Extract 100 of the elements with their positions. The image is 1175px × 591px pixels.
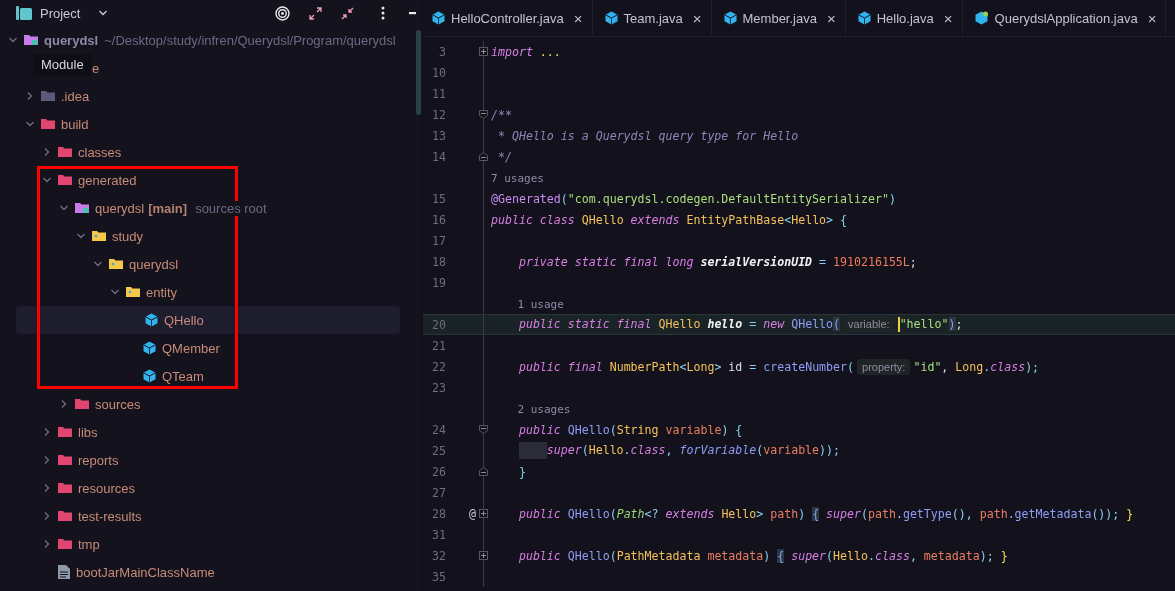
code-line: */ [496,149,512,164]
tree-item[interactable]: build [0,110,400,138]
cube-icon [974,11,989,25]
folder-icon [58,538,72,550]
tree-item[interactable]: study [0,222,400,250]
line-number: 11 [432,86,446,101]
module-folder-icon [75,202,89,214]
editor-tab[interactable]: Team.java × [592,0,712,36]
line-number: 24 [432,422,446,437]
tree-item[interactable]: querydsl ~/Desktop/study/infren/Querydsl/Program/querydsl [0,26,400,54]
close-button[interactable]: × [826,9,836,27]
fold-end-icon[interactable] [478,152,488,161]
line-number: 35 [432,569,446,584]
line-number: 12 [432,107,446,122]
tree-item[interactable]: entity [0,278,400,306]
line-number: 16 [432,212,446,227]
package-folder-icon [126,286,140,298]
close-button[interactable]: × [692,9,702,27]
chevron-right-icon[interactable] [42,147,52,157]
line-number: 3 [439,44,446,59]
line-number: 18 [432,254,446,269]
cube-icon [723,11,737,25]
usage-hint: 1 usage [516,296,564,311]
code-line: private static final long serialVersionUID = 1910216155L; [517,254,917,269]
tooltip: Module [33,54,92,76]
line-number: 23 [432,380,446,395]
tree-item[interactable]: sources [0,390,400,418]
fold-end-icon[interactable] [478,467,488,476]
target-icon[interactable] [275,5,290,21]
tree-item[interactable]: reports [0,446,400,474]
package-folder-icon [109,258,123,270]
fold-expand-icon[interactable] [478,509,488,518]
chevron-right-icon[interactable] [25,91,35,101]
editor-tab[interactable]: QuerydslApplication.java × [962,0,1167,36]
scrollbar-thumb[interactable] [416,30,421,115]
usage-hint: 2 usages [516,401,571,416]
tree-item[interactable]: resources [0,474,400,502]
chevron-right-icon[interactable] [42,511,52,521]
line-number: 27 [432,485,446,500]
chevron-down-icon[interactable] [98,8,109,18]
tree-item[interactable]: bootJarMainClassName [0,558,400,586]
line-number: 15 [432,191,446,206]
folder-icon [41,118,55,130]
editor-tab[interactable]: Member.java × [711,0,846,36]
tree-item[interactable]: .idea [0,82,400,110]
line-number: 19 [432,275,446,290]
folder-icon [58,510,72,522]
project-panel-icon [16,6,32,20]
code-line: } [517,464,526,479]
close-button[interactable]: × [943,9,953,27]
fold-expand-icon[interactable] [478,551,488,560]
tree-item[interactable]: QTeam [0,362,400,390]
chevron-right-icon[interactable] [42,483,52,493]
line-number: 14 [432,149,446,164]
collapse-icon[interactable] [341,6,354,20]
tree-item[interactable]: querydsl [0,250,400,278]
more-icon[interactable] [381,6,385,20]
chevron-right-icon[interactable] [42,427,52,437]
cube-icon [432,11,445,25]
folder-icon [41,90,55,102]
editor-tab[interactable]: Hello.java × [845,0,963,36]
module-folder-icon [24,34,38,46]
tree-item[interactable]: classes [0,138,400,166]
cube-icon [145,313,158,327]
code-line: public final NumberPath<Long> id = createNumber( property: "id", Long.class); [517,359,1040,374]
tree-item[interactable]: libs [0,418,400,446]
code-line: public QHello(String variable) { [517,422,743,437]
tree-item[interactable]: test-results [0,502,400,530]
line-number: 20 [432,317,446,332]
code-line: public QHello(PathMetadata metadata) { super(Hello.class, metadata); } [517,548,1008,563]
code-line: public QHello(Path<? extends Hello> path) { super(path.getType(), path.getMetadata()); } [517,506,1134,521]
line-number: 13 [432,128,446,143]
fold-collapse-icon[interactable] [478,425,488,434]
tree-item[interactable]: QMember [0,334,400,362]
tree-item[interactable]: e [92,60,100,76]
folder-icon [58,426,72,438]
chevron-right-icon[interactable] [42,455,52,465]
code-line: * QHello is a Querydsl query type for Hello [496,128,799,143]
tree-item[interactable]: tmp [0,530,400,558]
cube-icon [143,369,156,383]
package-folder-icon [92,230,106,242]
fold-expand-icon[interactable] [478,47,488,56]
tree-item[interactable]: QHello [16,306,400,334]
close-button[interactable]: × [1147,9,1157,27]
line-number: 21 [432,338,446,353]
expand-icon[interactable] [309,6,322,20]
line-number: 22 [432,359,446,374]
tree-item[interactable]: generated [0,166,400,194]
code-line: @Generated("com.querydsl.codegen.DefaultEntitySerializer") [491,191,896,206]
fold-collapse-icon[interactable] [478,110,488,119]
chevron-right-icon[interactable] [42,539,52,549]
chevron-right-icon[interactable] [59,399,69,409]
tree-item[interactable]: querydsl [main] sources root [0,194,400,222]
minimize-icon[interactable] [409,11,416,15]
editor-tab[interactable]: HelloController.java × [420,0,593,36]
line-number: 10 [432,65,446,80]
gutter-mark[interactable]: @ [469,506,476,521]
folder-icon [75,398,89,410]
panel-title[interactable]: Project [40,5,81,21]
close-button[interactable]: × [573,9,583,27]
